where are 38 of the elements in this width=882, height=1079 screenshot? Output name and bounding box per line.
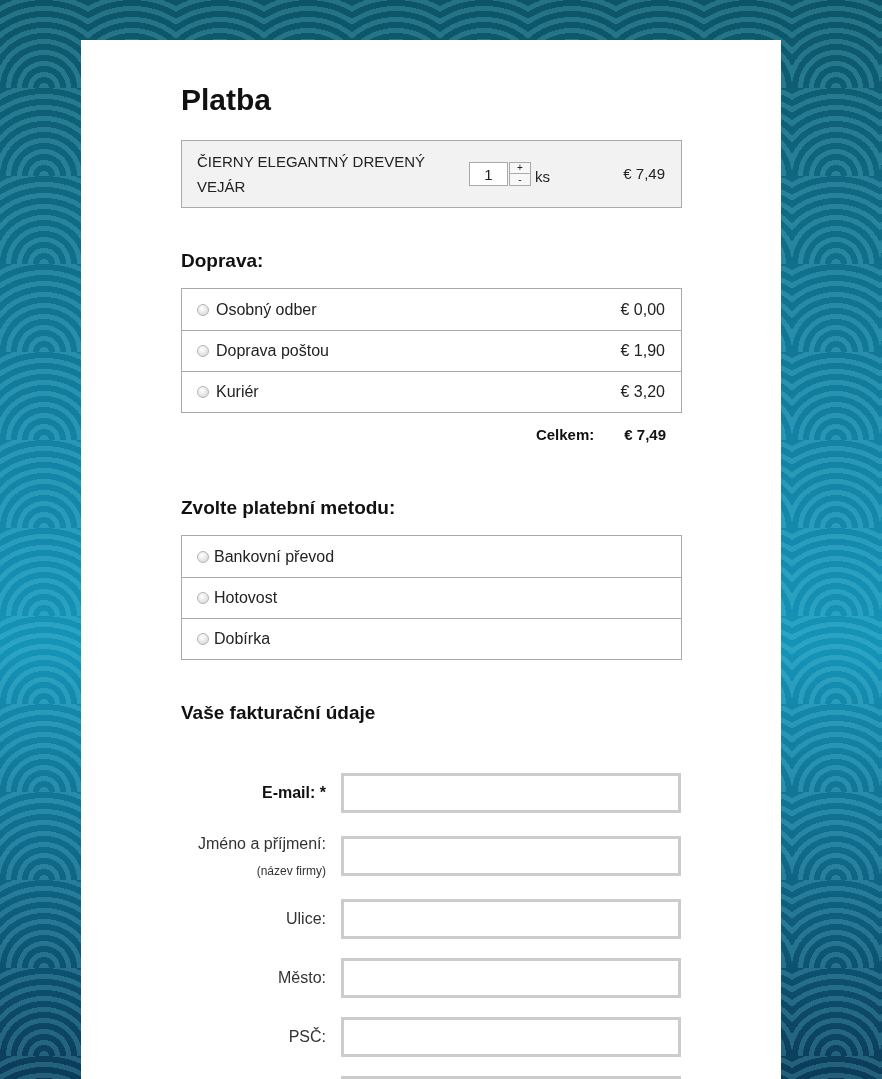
text-input-field[interactable] bbox=[341, 836, 681, 876]
field-hint: (název firmy) bbox=[256, 863, 326, 880]
field-label: Ulice: bbox=[286, 909, 326, 929]
text-input-field[interactable] bbox=[341, 958, 681, 998]
quantity-input[interactable]: 1 bbox=[469, 162, 508, 186]
option-price: € 3,20 bbox=[620, 382, 665, 402]
product-name: ČIERNY ELEGANTNÝ DREVENÝ VEJÁR bbox=[197, 152, 427, 197]
text-input-field[interactable] bbox=[341, 899, 681, 939]
unit-label: ks bbox=[535, 167, 550, 187]
radio-button[interactable] bbox=[197, 303, 209, 316]
option-price: € 0,00 bbox=[620, 299, 665, 320]
text-input-field[interactable] bbox=[341, 1017, 681, 1057]
radio-button[interactable] bbox=[197, 386, 209, 398]
total-label: Celkem: bbox=[535, 425, 595, 445]
field-label: E-mail: * bbox=[262, 783, 326, 803]
radio-button[interactable] bbox=[197, 550, 209, 563]
option-label: Kuriér bbox=[216, 382, 259, 402]
option-label: Bankovní převod bbox=[214, 546, 335, 567]
section-heading: Zvolte platební metodu: bbox=[181, 496, 396, 520]
radio-button[interactable] bbox=[197, 345, 209, 357]
section-heading: Vaše fakturační údaje bbox=[181, 701, 376, 725]
page-title: Platba bbox=[181, 82, 272, 118]
total-value: € 7,49 bbox=[624, 425, 666, 445]
section-heading: Doprava: bbox=[181, 249, 264, 273]
field-label: PSČ: bbox=[288, 1026, 326, 1047]
option-price: € 1,90 bbox=[620, 341, 665, 361]
radio-button[interactable] bbox=[197, 592, 209, 604]
option-label: Dobírka bbox=[214, 629, 271, 649]
option-label: Hotovost bbox=[214, 588, 278, 608]
text-input-field[interactable] bbox=[341, 773, 681, 813]
field-label: Město: bbox=[278, 968, 326, 988]
field-label: Jméno a příjmení: bbox=[197, 834, 326, 854]
item-price: € 7,49 bbox=[623, 164, 665, 184]
increment-button[interactable]: + bbox=[509, 162, 531, 174]
option-label: Doprava poštou bbox=[216, 341, 329, 361]
radio-button[interactable] bbox=[197, 633, 209, 645]
option-label: Osobný odber bbox=[216, 299, 317, 320]
decrement-button[interactable]: - bbox=[509, 174, 531, 186]
